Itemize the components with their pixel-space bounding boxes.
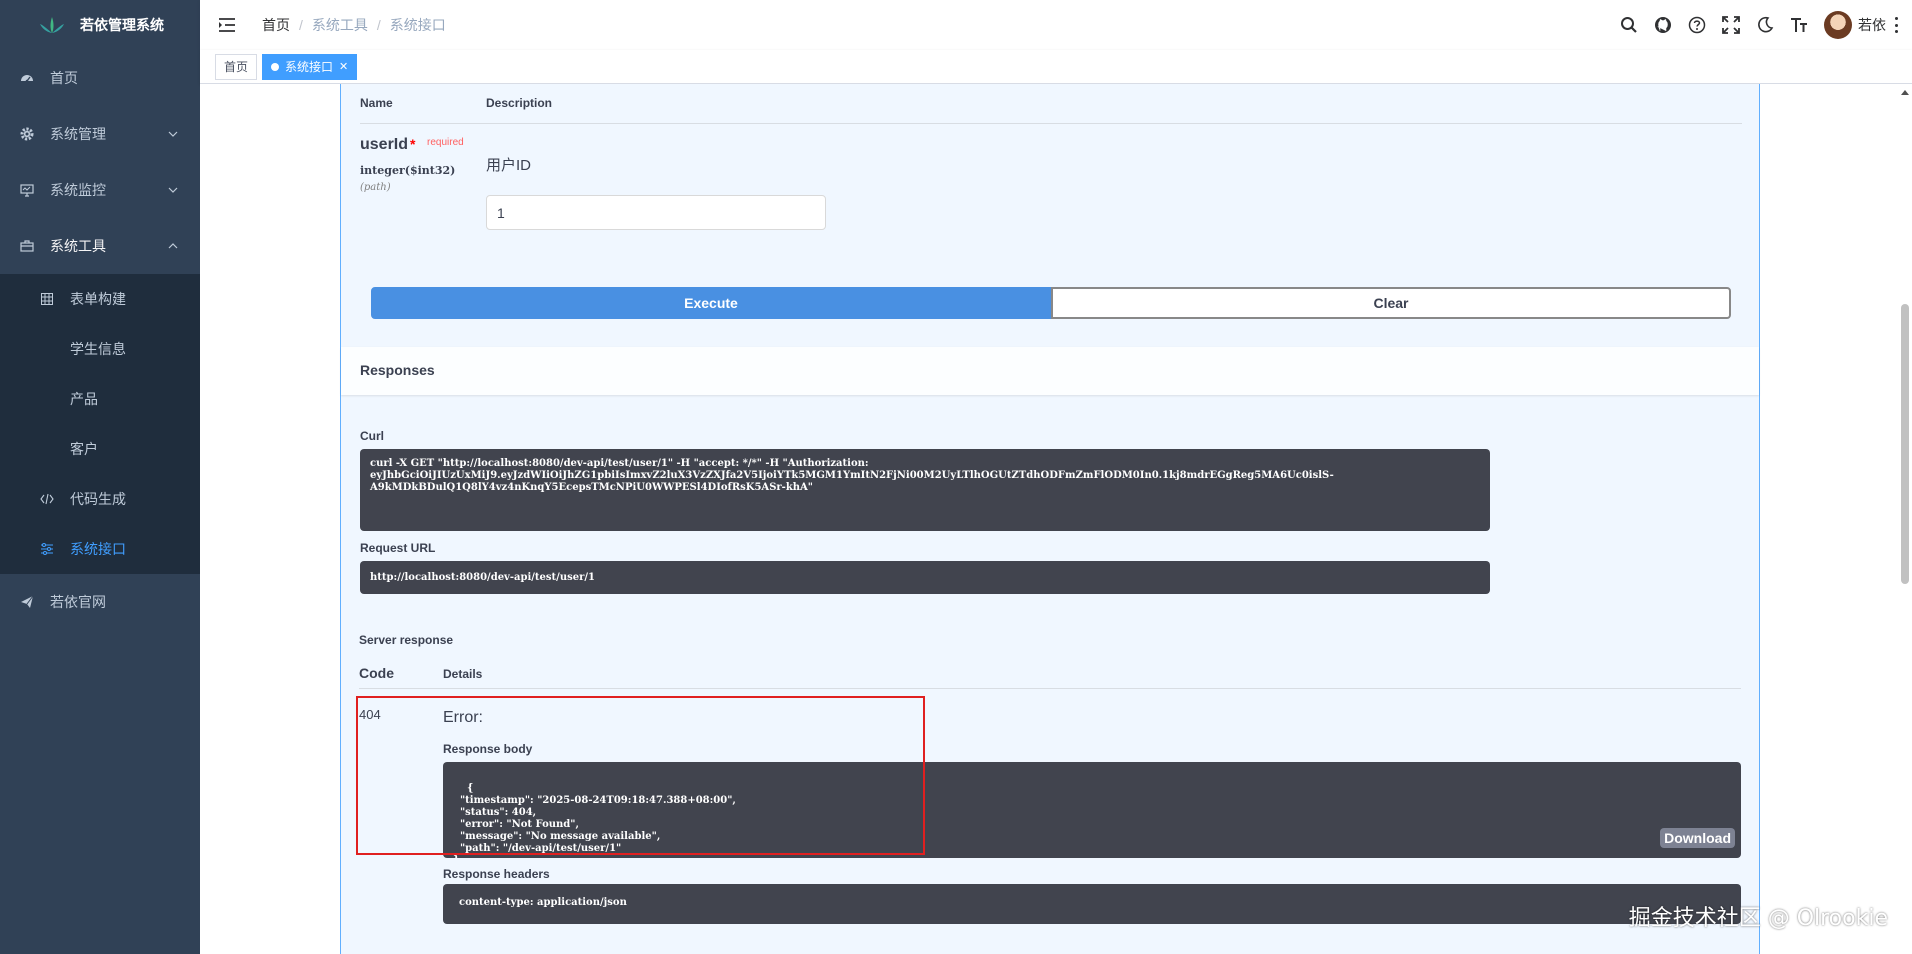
hamburger-icon[interactable] — [217, 15, 237, 35]
sidebar-item-code-gen[interactable]: 代码生成 — [0, 474, 200, 524]
execute-clear-row: Execute Clear — [371, 287, 1731, 319]
sidebar-item-system-manage[interactable]: 系统管理 — [0, 106, 200, 162]
breadcrumb-home[interactable]: 首页 — [262, 15, 290, 35]
param-required-label: required — [427, 137, 464, 148]
required-star: * — [410, 136, 416, 152]
navbar-right: 若依 — [1620, 0, 1912, 50]
parameters-header: Name Description — [360, 84, 1742, 124]
sidebar-item-home[interactable]: 首页 — [0, 50, 200, 106]
table-icon — [40, 292, 54, 306]
app-title: 若依管理系统 — [80, 17, 164, 33]
param-name: userId * — [360, 136, 415, 154]
main-content: Name Description userId * required intege… — [200, 84, 1912, 954]
user-id-input[interactable] — [486, 195, 826, 230]
sidebar-item-product[interactable]: 产品 — [0, 374, 200, 424]
column-name-header: Name — [360, 96, 393, 110]
sidebar-item-label: 首页 — [50, 70, 78, 86]
sidebar-item-form-build[interactable]: 表单构建 — [0, 274, 200, 324]
fullscreen-icon[interactable] — [1722, 16, 1740, 34]
font-size-icon[interactable] — [1790, 16, 1808, 34]
user-name[interactable]: 若依 — [1858, 15, 1886, 35]
gear-icon — [20, 127, 34, 141]
sidebar-item-customer[interactable]: 客户 — [0, 424, 200, 474]
help-icon[interactable] — [1688, 16, 1706, 34]
more-vertical-icon[interactable] — [1894, 17, 1898, 33]
sidebar: 若依管理系统 首页 系统管理 系统监控 系统工具 表单构建 学生信息 产品 客户… — [0, 0, 200, 954]
responses-title: Responses — [360, 362, 435, 378]
sidebar-item-label: 系统管理 — [50, 126, 106, 142]
execute-button[interactable]: Execute — [371, 287, 1051, 319]
code-icon — [40, 492, 54, 506]
sidebar-item-label: 学生信息 — [70, 341, 126, 357]
toolbox-icon — [20, 239, 34, 253]
param-description: 用户ID — [486, 157, 532, 174]
avatar[interactable] — [1824, 11, 1852, 39]
param-name-text: userId — [360, 136, 409, 153]
tag-label: 首页 — [224, 59, 249, 74]
swagger-operation-block: Name Description userId * required intege… — [340, 84, 1760, 954]
monitor-icon — [20, 183, 34, 197]
curl-code-block[interactable]: curl -X GET "http://localhost:8080/dev-a… — [360, 449, 1490, 531]
moon-icon[interactable] — [1756, 16, 1774, 34]
sidebar-item-system-api[interactable]: 系统接口 — [0, 524, 200, 574]
navbar: 首页 / 系统工具 / 系统接口 若依 — [200, 0, 1912, 50]
sidebar-item-label: 系统接口 — [70, 541, 126, 557]
sidebar-item-student-info[interactable]: 学生信息 — [0, 324, 200, 374]
sidebar-item-label: 客户 — [70, 441, 98, 457]
clear-button[interactable]: Clear — [1051, 287, 1731, 319]
watermark: 掘金技术社区 @ Olrookie — [1628, 906, 1888, 931]
sidebar-item-label: 代码生成 — [70, 491, 126, 507]
sidebar-item-label: 系统监控 — [50, 182, 106, 198]
dashboard-icon — [20, 71, 34, 85]
param-location: (path) — [360, 182, 391, 193]
breadcrumb-system-tools: 系统工具 — [311, 17, 368, 33]
sidebar-item-label: 若依官网 — [50, 594, 106, 610]
sidebar-item-label: 系统工具 — [50, 238, 106, 254]
sidebar-item-system-monitor[interactable]: 系统监控 — [0, 162, 200, 218]
chevron-down-icon — [168, 187, 178, 193]
sidebar-item-ruoyi-website[interactable]: 若依官网 — [0, 574, 200, 630]
breadcrumb: 首页 / 系统工具 / 系统接口 — [262, 15, 446, 35]
chevron-down-icon — [168, 131, 178, 137]
sidebar-item-label: 产品 — [70, 391, 98, 407]
tag-home[interactable]: 首页 — [215, 53, 258, 80]
request-url-block[interactable]: http://localhost:8080/dev-api/test/user/… — [360, 561, 1490, 594]
scrollbar-thumb[interactable] — [1901, 304, 1909, 584]
tag-system-api[interactable]: 系统接口 ✕ — [262, 53, 358, 80]
active-dot-icon — [271, 62, 280, 71]
param-type: integer($int32) — [360, 164, 456, 177]
breadcrumb-separator: / — [376, 17, 381, 33]
column-description-header: Description — [486, 96, 553, 110]
sliders-icon — [40, 542, 54, 556]
breadcrumb-system-api: 系统接口 — [389, 17, 446, 33]
tags-view: 首页 系统接口 ✕ — [200, 50, 1912, 84]
logo-area[interactable]: 若依管理系统 — [0, 0, 200, 50]
github-icon[interactable] — [1654, 16, 1672, 34]
sidebar-item-system-tools[interactable]: 系统工具 — [0, 218, 200, 274]
close-icon[interactable]: ✕ — [339, 55, 348, 79]
breadcrumb-separator: / — [299, 17, 303, 33]
send-icon — [20, 595, 34, 609]
sidebar-item-label: 表单构建 — [70, 291, 126, 307]
request-url-label: Request URL — [360, 541, 436, 555]
tag-label: 系统接口 — [285, 59, 334, 74]
scroll-up-arrow-icon[interactable] — [1901, 90, 1909, 95]
responses-section-header: Responses — [341, 347, 1759, 395]
page-scrollbar[interactable] — [1898, 84, 1912, 954]
submenu-system-tools: 表单构建 学生信息 产品 客户 代码生成 系统接口 — [0, 274, 200, 574]
logo-icon — [40, 17, 64, 33]
download-button[interactable]: Download — [1660, 828, 1735, 848]
chevron-up-icon — [168, 243, 178, 249]
search-icon[interactable] — [1620, 16, 1638, 34]
curl-label: Curl — [360, 429, 384, 443]
